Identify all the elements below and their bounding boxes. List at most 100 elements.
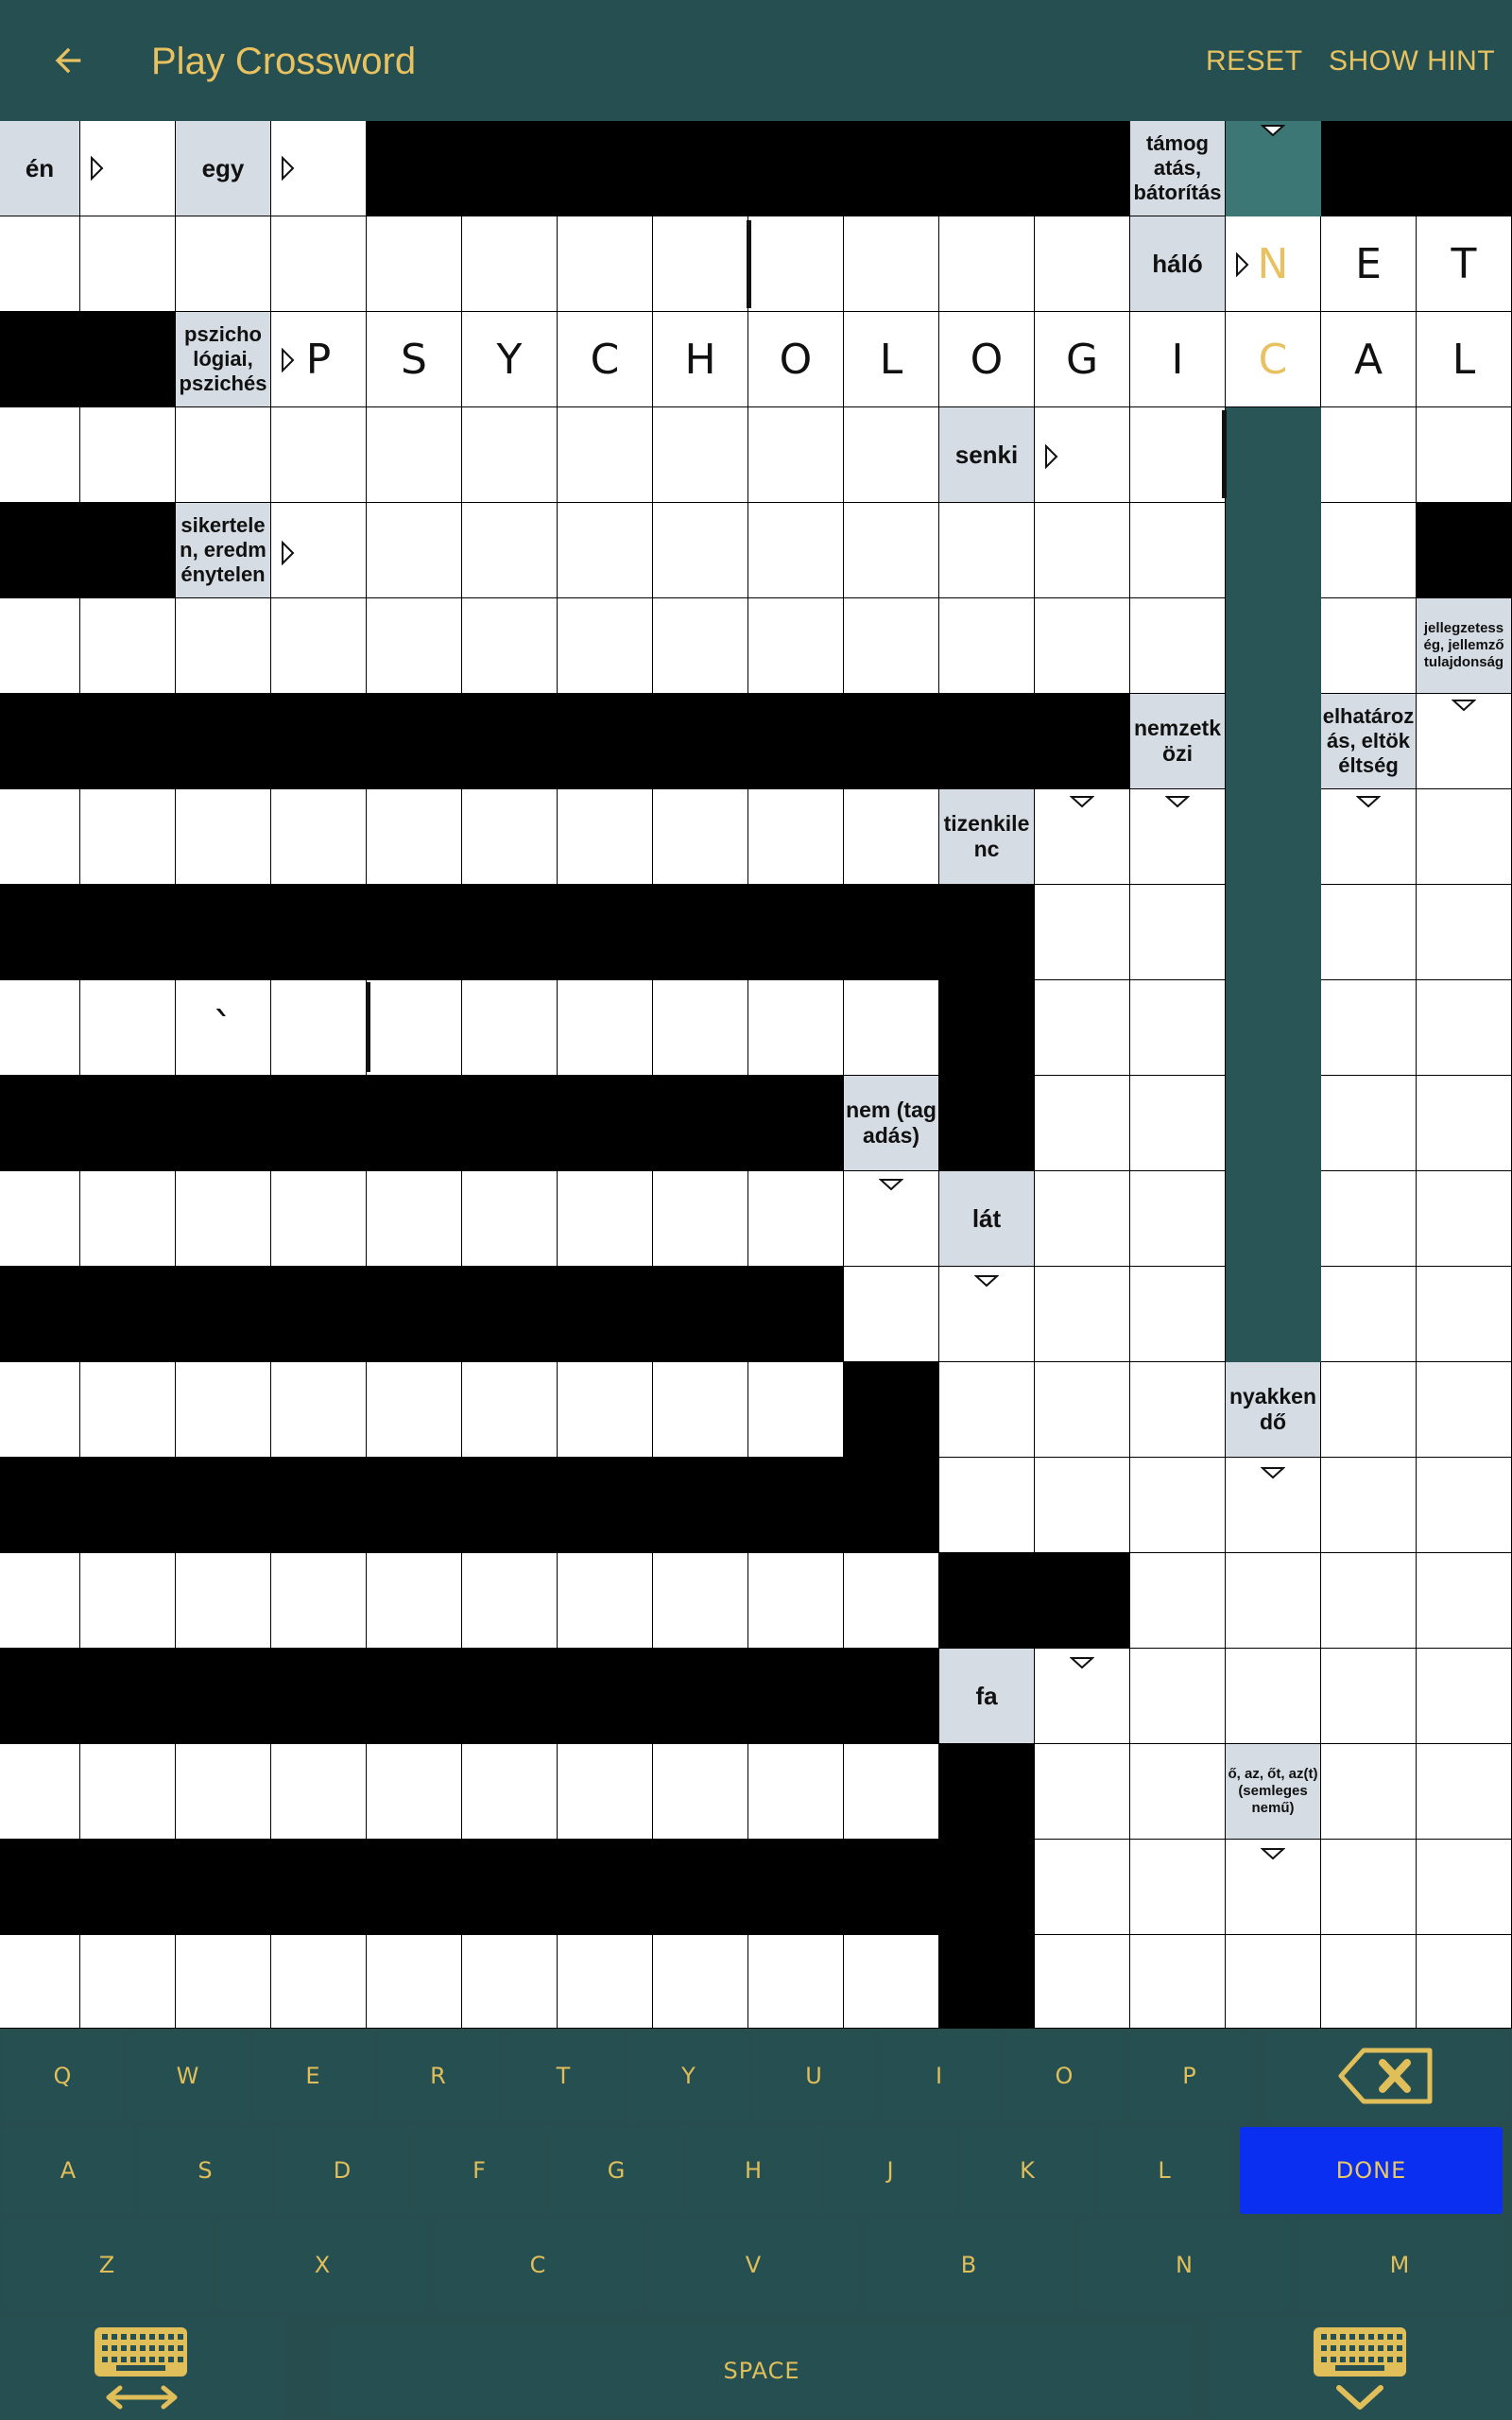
key-i[interactable]: I xyxy=(878,2032,1000,2119)
answer-cell[interactable] xyxy=(176,1744,271,1840)
answer-cell[interactable]: O xyxy=(748,312,844,407)
highlighted-answer-cell[interactable] xyxy=(1226,694,1321,789)
answer-cell[interactable] xyxy=(1417,885,1512,980)
answer-cell[interactable] xyxy=(1321,789,1417,885)
answer-cell[interactable] xyxy=(271,1935,367,2029)
answer-cell[interactable] xyxy=(1417,980,1512,1076)
answer-cell[interactable] xyxy=(367,789,462,885)
answer-cell[interactable] xyxy=(271,121,367,216)
answer-cell[interactable] xyxy=(0,407,80,503)
answer-cell[interactable] xyxy=(0,1362,80,1458)
answer-cell[interactable]: E xyxy=(1321,216,1417,312)
highlighted-answer-cell[interactable] xyxy=(1226,407,1321,503)
answer-cell[interactable] xyxy=(80,1362,176,1458)
answer-cell[interactable] xyxy=(271,789,367,885)
answer-cell[interactable] xyxy=(80,1553,176,1649)
answer-cell[interactable] xyxy=(1035,407,1130,503)
answer-cell[interactable] xyxy=(1226,1553,1321,1649)
answer-cell[interactable] xyxy=(0,789,80,885)
answer-cell[interactable] xyxy=(1321,1076,1417,1171)
key-r[interactable]: R xyxy=(377,2032,499,2119)
answer-cell[interactable] xyxy=(1035,598,1130,694)
answer-cell[interactable] xyxy=(367,1935,462,2029)
answer-cell[interactable] xyxy=(653,598,748,694)
answer-cell[interactable] xyxy=(462,980,558,1076)
answer-cell[interactable] xyxy=(1321,1171,1417,1267)
key-a[interactable]: A xyxy=(2,2127,134,2214)
answer-cell[interactable] xyxy=(176,789,271,885)
answer-cell[interactable] xyxy=(1035,789,1130,885)
answer-cell[interactable] xyxy=(1417,1458,1512,1553)
answer-cell[interactable]: C xyxy=(558,312,653,407)
answer-cell[interactable] xyxy=(80,216,176,312)
answer-cell[interactable] xyxy=(1035,1458,1130,1553)
answer-cell[interactable] xyxy=(462,789,558,885)
answer-cell[interactable] xyxy=(80,407,176,503)
answer-cell[interactable] xyxy=(653,1171,748,1267)
answer-cell[interactable] xyxy=(367,1362,462,1458)
answer-cell[interactable] xyxy=(1130,1458,1226,1553)
answer-cell[interactable] xyxy=(1130,598,1226,694)
answer-cell[interactable] xyxy=(1321,1935,1417,2029)
answer-cell[interactable] xyxy=(558,1553,653,1649)
answer-cell[interactable] xyxy=(1417,1076,1512,1171)
key-t[interactable]: T xyxy=(503,2032,624,2119)
key-g[interactable]: G xyxy=(550,2127,682,2214)
answer-cell[interactable] xyxy=(653,1935,748,2029)
answer-cell[interactable] xyxy=(939,216,1035,312)
answer-cell[interactable] xyxy=(939,1362,1035,1458)
answer-cell[interactable] xyxy=(1130,980,1226,1076)
answer-cell[interactable]: I xyxy=(1130,312,1226,407)
answer-cell[interactable] xyxy=(367,1744,462,1840)
answer-cell[interactable] xyxy=(558,407,653,503)
answer-cell[interactable] xyxy=(748,1744,844,1840)
answer-cell[interactable]: L xyxy=(844,312,939,407)
space-key[interactable]: SPACE xyxy=(331,2325,1193,2416)
answer-cell[interactable] xyxy=(271,216,367,312)
answer-cell[interactable] xyxy=(1226,1458,1321,1553)
answer-cell[interactable] xyxy=(1226,1935,1321,2029)
key-d[interactable]: D xyxy=(276,2127,408,2214)
answer-cell[interactable] xyxy=(653,789,748,885)
answer-cell[interactable] xyxy=(1321,1649,1417,1744)
answer-cell[interactable] xyxy=(844,216,939,312)
answer-cell[interactable] xyxy=(748,598,844,694)
answer-cell[interactable] xyxy=(1130,885,1226,980)
answer-cell[interactable] xyxy=(939,1267,1035,1362)
answer-cell[interactable] xyxy=(1130,1076,1226,1171)
key-e[interactable]: E xyxy=(252,2032,373,2119)
answer-cell[interactable] xyxy=(1417,1171,1512,1267)
highlighted-answer-cell[interactable] xyxy=(1226,1171,1321,1267)
answer-cell[interactable] xyxy=(367,407,462,503)
key-z[interactable]: Z xyxy=(2,2221,212,2308)
answer-cell[interactable] xyxy=(367,980,462,1076)
answer-cell[interactable] xyxy=(367,1171,462,1267)
key-n[interactable]: N xyxy=(1079,2221,1289,2308)
answer-cell[interactable] xyxy=(176,407,271,503)
answer-cell[interactable] xyxy=(1226,1649,1321,1744)
answer-cell[interactable]: ` xyxy=(176,980,271,1076)
key-l[interactable]: L xyxy=(1098,2127,1230,2214)
answer-cell[interactable] xyxy=(367,216,462,312)
answer-cell[interactable] xyxy=(653,980,748,1076)
answer-cell[interactable] xyxy=(558,216,653,312)
key-k[interactable]: K xyxy=(961,2127,1093,2214)
key-x[interactable]: X xyxy=(217,2221,427,2308)
answer-cell[interactable]: L xyxy=(1417,312,1512,407)
answer-cell[interactable] xyxy=(462,1553,558,1649)
answer-cell[interactable] xyxy=(844,503,939,598)
highlighted-answer-cell[interactable] xyxy=(1226,885,1321,980)
show-hint-button[interactable]: SHOW HINT xyxy=(1329,0,1495,121)
answer-cell[interactable]: O xyxy=(939,312,1035,407)
answer-cell[interactable] xyxy=(1035,1171,1130,1267)
key-j[interactable]: J xyxy=(824,2127,956,2214)
answer-cell[interactable]: G xyxy=(1035,312,1130,407)
answer-cell[interactable] xyxy=(1417,1267,1512,1362)
answer-cell[interactable] xyxy=(0,1171,80,1267)
answer-cell[interactable] xyxy=(1417,694,1512,789)
answer-cell[interactable] xyxy=(462,1744,558,1840)
answer-cell[interactable] xyxy=(653,1362,748,1458)
answer-cell[interactable] xyxy=(1321,1553,1417,1649)
answer-cell[interactable] xyxy=(1130,1171,1226,1267)
answer-cell[interactable] xyxy=(558,1935,653,2029)
